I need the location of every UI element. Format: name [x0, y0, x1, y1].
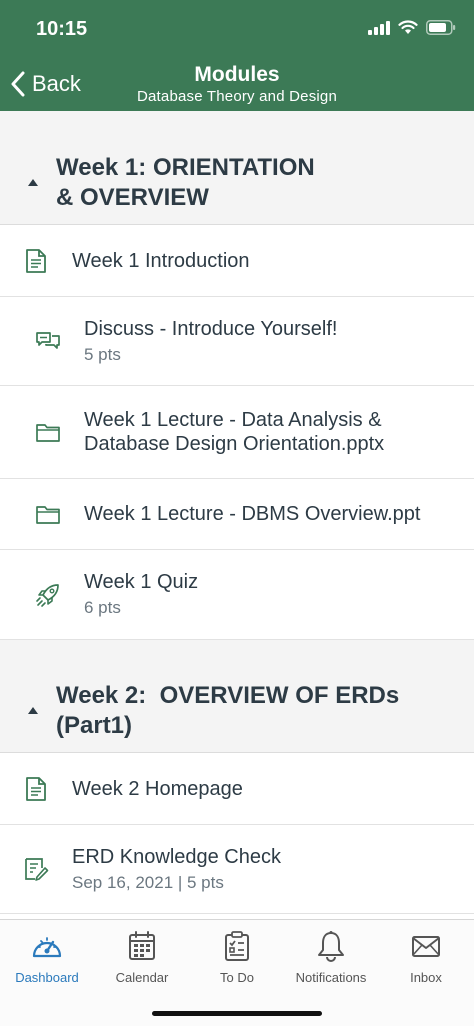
calendar-icon: [129, 931, 155, 960]
list-item[interactable]: Week 1 Lecture - Data Analysis & Databas…: [0, 386, 474, 479]
item-title: Week 1 Lecture - DBMS Overview.ppt: [84, 503, 421, 525]
item-title: Discuss - Introduce Yourself!: [84, 317, 338, 340]
assignment-icon: [25, 858, 49, 881]
app-header: 10:15 Back Modules Database Theory and D…: [0, 0, 474, 111]
page-icon: [26, 776, 46, 801]
tab-label: To Do: [220, 970, 254, 985]
folder-icon: [36, 424, 60, 442]
list-item[interactable]: Week 2 Homepage: [0, 753, 474, 825]
status-time: 10:15: [36, 18, 88, 40]
home-indicator: [152, 1011, 322, 1016]
list-item[interactable]: Week 1 Lecture - DBMS Overview.ppt: [0, 479, 474, 550]
modules-list[interactable]: Week 1: ORIENTATION & OVERVIEW Week 1 In…: [0, 111, 474, 919]
item-title: Week 1 Introduction: [72, 249, 250, 272]
quiz-rocket-icon: [36, 583, 59, 607]
tab-todo[interactable]: To Do: [190, 930, 284, 985]
item-points: 5 pts: [84, 344, 121, 364]
dashboard-icon: [32, 937, 62, 958]
item-due-points: Sep 16, 2021 | 5 pts: [72, 872, 224, 892]
list-item[interactable]: Discuss - Introduce Yourself! 5 pts: [0, 297, 474, 386]
module-title: Week 2: OVERVIEW OF ERDs (Part1): [56, 682, 400, 739]
folder-icon: [36, 506, 60, 524]
status-bar: 10:15: [0, 0, 474, 58]
collapse-caret-icon: [28, 179, 38, 186]
tab-inbox[interactable]: Inbox: [379, 930, 473, 985]
tab-label: Inbox: [410, 970, 442, 985]
tab-label: Dashboard: [15, 970, 79, 985]
tab-notifications[interactable]: Notifications: [284, 930, 378, 985]
page-title: Modules: [194, 63, 280, 86]
item-points: 6 pts: [84, 598, 121, 617]
item-title: Week 1 Quiz: [84, 571, 199, 593]
discussion-icon: [36, 332, 60, 349]
status-icons: [368, 20, 456, 35]
tab-calendar[interactable]: Calendar: [95, 930, 189, 985]
item-title: Week 1 Lecture - Data Analysis & Databas…: [84, 409, 385, 455]
list-item[interactable]: Week 1 Quiz 6 pts: [0, 550, 474, 640]
nav-title-group: Modules Database Theory and Design: [0, 62, 474, 106]
page-icon: [26, 248, 46, 273]
bell-icon: [318, 931, 344, 962]
battery-icon: [426, 20, 456, 35]
module-title: Week 1: ORIENTATION & OVERVIEW: [56, 154, 315, 211]
todo-icon: [225, 931, 249, 961]
item-title: Week 2 Homepage: [72, 777, 243, 800]
module-header-week2[interactable]: Week 2: OVERVIEW OF ERDs (Part1): [0, 640, 474, 753]
item-title: ERD Knowledge Check: [72, 845, 281, 868]
tab-label: Calendar: [115, 970, 169, 985]
cellular-signal-icon: [368, 20, 390, 35]
wifi-icon: [398, 20, 418, 34]
nav-bar: Back Modules Database Theory and Design: [0, 58, 474, 111]
module-header-week1[interactable]: Week 1: ORIENTATION & OVERVIEW: [0, 111, 474, 225]
list-item[interactable]: Week 1 Introduction: [0, 225, 474, 297]
envelope-icon: [412, 936, 440, 957]
list-item[interactable]: ERD Knowledge Check Sep 16, 2021 | 5 pts: [0, 825, 474, 914]
collapse-caret-icon: [28, 707, 38, 714]
tab-bar: Dashboard Calendar To Do Notifications I…: [0, 919, 474, 1026]
tab-label: Notifications: [295, 970, 367, 985]
page-subtitle: Database Theory and Design: [136, 88, 338, 105]
tab-dashboard[interactable]: Dashboard: [0, 930, 94, 985]
